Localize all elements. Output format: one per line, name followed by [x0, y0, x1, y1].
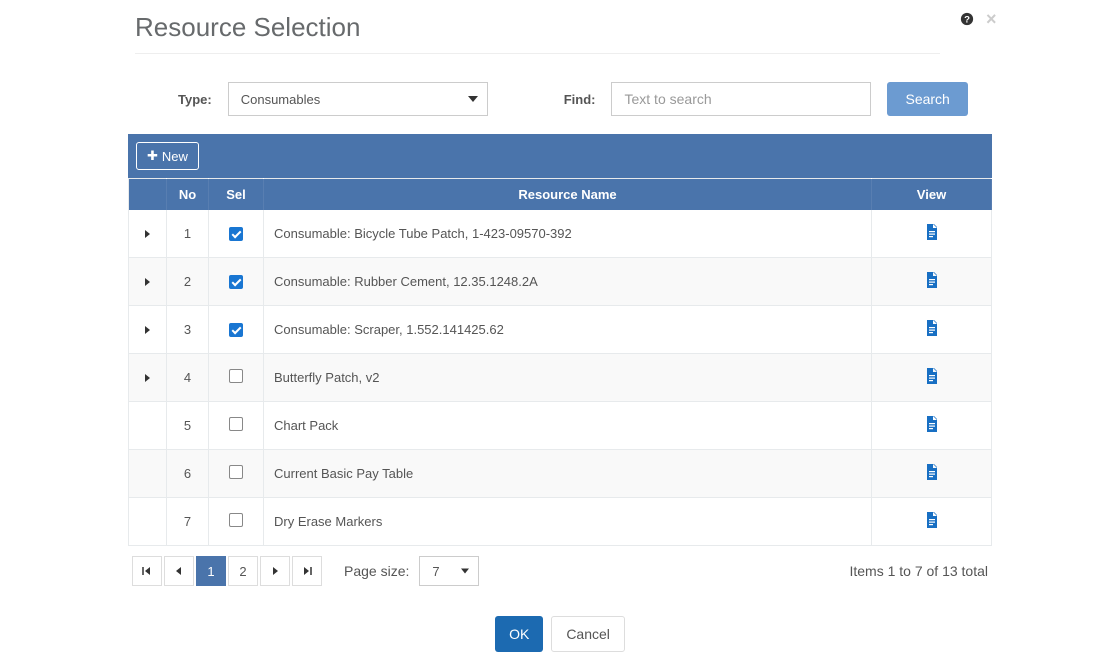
- document-icon[interactable]: [925, 464, 939, 483]
- expand-arrow-icon: [145, 374, 150, 382]
- expand-cell: [129, 402, 167, 450]
- new-button[interactable]: ✚New: [136, 142, 199, 170]
- document-icon[interactable]: [925, 512, 939, 531]
- col-view: View: [872, 179, 992, 211]
- table-row: 7 Dry Erase Markers: [129, 498, 992, 546]
- col-name: Resource Name: [264, 179, 872, 211]
- row-select-cell: [209, 210, 264, 258]
- row-view-cell: [872, 354, 992, 402]
- svg-text:?: ?: [964, 15, 970, 26]
- pager-left: 12 Page size: 7: [132, 556, 479, 586]
- row-select-cell: [209, 498, 264, 546]
- search-button[interactable]: Search: [887, 82, 967, 116]
- row-view-cell: [872, 210, 992, 258]
- pager-next-button[interactable]: [260, 556, 290, 586]
- expand-cell[interactable]: [129, 210, 167, 258]
- document-icon[interactable]: [925, 320, 939, 339]
- type-select[interactable]: Consumables: [228, 82, 488, 116]
- grid: ✚New No Sel Resource Name View 1 Consumab…: [128, 134, 992, 586]
- pager-prev-button[interactable]: [164, 556, 194, 586]
- expand-cell[interactable]: [129, 354, 167, 402]
- row-name: Consumable: Rubber Cement, 12.35.1248.2A: [264, 258, 872, 306]
- document-icon[interactable]: [925, 416, 939, 435]
- row-select-cell: [209, 258, 264, 306]
- pager-summary: Items 1 to 7 of 13 total: [849, 563, 988, 579]
- table-row: 5 Chart Pack: [129, 402, 992, 450]
- ok-button[interactable]: OK: [495, 616, 543, 652]
- row-name: Consumable: Scraper, 1.552.141425.62: [264, 306, 872, 354]
- row-select-checkbox[interactable]: [229, 275, 243, 289]
- row-select-checkbox[interactable]: [229, 323, 243, 337]
- row-name: Chart Pack: [264, 402, 872, 450]
- row-view-cell: [872, 258, 992, 306]
- pager-page-button[interactable]: 1: [196, 556, 226, 586]
- row-name: Dry Erase Markers: [264, 498, 872, 546]
- row-select-checkbox[interactable]: [229, 513, 243, 527]
- row-view-cell: [872, 450, 992, 498]
- table-row: 4 Butterfly Patch, v2: [129, 354, 992, 402]
- chevron-down-icon: [461, 569, 469, 574]
- page-title: Resource Selection: [135, 12, 940, 43]
- dialog-footer: OK Cancel: [0, 586, 1120, 672]
- col-expand: [129, 179, 167, 211]
- close-icon[interactable]: ×: [986, 12, 1000, 26]
- dialog-header: Resource Selection ? ×: [0, 0, 1120, 66]
- expand-cell: [129, 450, 167, 498]
- help-icon[interactable]: ?: [960, 12, 974, 26]
- cancel-button[interactable]: Cancel: [551, 616, 625, 652]
- type-label: Type:: [178, 92, 212, 107]
- row-select-checkbox[interactable]: [229, 369, 243, 383]
- expand-cell[interactable]: [129, 306, 167, 354]
- row-no: 4: [167, 354, 209, 402]
- row-select-cell: [209, 354, 264, 402]
- table-row: 1 Consumable: Bicycle Tube Patch, 1-423-0…: [129, 210, 992, 258]
- col-sel: Sel: [209, 179, 264, 211]
- find-label: Find:: [564, 92, 596, 107]
- row-view-cell: [872, 306, 992, 354]
- pager: 12 Page size: 7 Items 1 to 7 of 13 total: [128, 546, 992, 586]
- table-header-row: No Sel Resource Name View: [129, 179, 992, 211]
- row-name: Current Basic Pay Table: [264, 450, 872, 498]
- pager-page-button[interactable]: 2: [228, 556, 258, 586]
- row-select-checkbox[interactable]: [229, 417, 243, 431]
- row-select-cell: [209, 306, 264, 354]
- expand-cell[interactable]: [129, 258, 167, 306]
- pager-first-button[interactable]: [132, 556, 162, 586]
- row-no: 3: [167, 306, 209, 354]
- row-view-cell: [872, 498, 992, 546]
- table-row: 6 Current Basic Pay Table: [129, 450, 992, 498]
- row-view-cell: [872, 402, 992, 450]
- row-select-checkbox[interactable]: [229, 227, 243, 241]
- document-icon[interactable]: [925, 368, 939, 387]
- search-input[interactable]: [611, 82, 871, 116]
- row-name: Consumable: Bicycle Tube Patch, 1-423-09…: [264, 210, 872, 258]
- expand-cell: [129, 498, 167, 546]
- filter-bar: Type: Consumables Find: Search: [0, 66, 1120, 134]
- plus-icon: ✚: [147, 148, 158, 164]
- table-row: 2 Consumable: Rubber Cement, 12.35.1248.2…: [129, 258, 992, 306]
- row-no: 6: [167, 450, 209, 498]
- row-no: 5: [167, 402, 209, 450]
- expand-arrow-icon: [145, 326, 150, 334]
- page-size-label: Page size:: [344, 563, 409, 579]
- row-name: Butterfly Patch, v2: [264, 354, 872, 402]
- row-no: 2: [167, 258, 209, 306]
- row-select-cell: [209, 402, 264, 450]
- document-icon[interactable]: [925, 272, 939, 291]
- page-size-select[interactable]: 7: [419, 556, 479, 586]
- row-no: 1: [167, 210, 209, 258]
- col-no: No: [167, 179, 209, 211]
- pager-last-button[interactable]: [292, 556, 322, 586]
- document-icon[interactable]: [925, 224, 939, 243]
- dialog: Resource Selection ? × Type: Consumables…: [0, 0, 1120, 672]
- expand-arrow-icon: [145, 230, 150, 238]
- row-no: 7: [167, 498, 209, 546]
- row-select-cell: [209, 450, 264, 498]
- table-row: 3 Consumable: Scraper, 1.552.141425.62: [129, 306, 992, 354]
- expand-arrow-icon: [145, 278, 150, 286]
- chevron-down-icon: [468, 96, 478, 102]
- grid-toolbar: ✚New: [128, 134, 992, 178]
- row-select-checkbox[interactable]: [229, 465, 243, 479]
